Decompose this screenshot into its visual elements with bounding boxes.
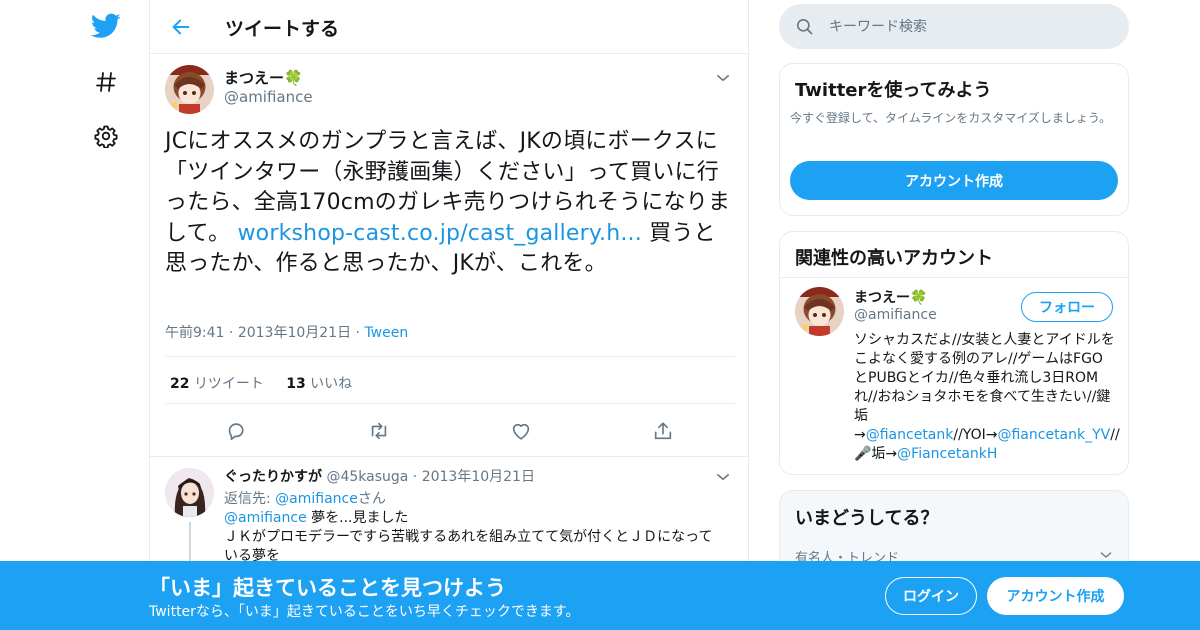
signup-card-description: 今すぐ登録して、タイムラインをカスタマイズしましょう。 <box>790 111 1112 125</box>
signup-card: Twitterを使ってみよう 今すぐ登録して、タイムラインをカスタマイズしましょ… <box>779 63 1129 216</box>
bio-link[interactable]: @fiancetank_YV <box>997 427 1110 443</box>
reply-text: @amifiance 夢を...見ました ＪＫがプロモデラーですら苦戦するあれを… <box>224 510 713 564</box>
tweet-stats: 22 リツイート 13 いいね <box>170 373 352 393</box>
create-account-button[interactable]: アカウント作成 <box>790 161 1118 200</box>
search-input[interactable] <box>829 4 1109 49</box>
page-header: ツイートする <box>150 0 748 54</box>
related-card-title: 関連性の高いアカウント <box>795 248 993 269</box>
back-arrow-icon[interactable] <box>166 12 196 42</box>
divider <box>165 403 735 404</box>
reply-author-name[interactable]: ぐったりかすが <box>224 469 322 485</box>
related-account-name[interactable]: まつえー🍀 <box>854 287 927 307</box>
related-accounts-card: 関連性の高いアカウント まつえー🍀 @amifiance フォロー ソシャカスだ… <box>779 231 1129 475</box>
related-account-bio: ソシャカスだよ//女装と人妻とアイドルをこよなく愛する例のアレ//ゲームはFGO… <box>854 332 1120 462</box>
settings-gear-icon[interactable] <box>88 118 124 154</box>
like-stat[interactable]: 13 いいね <box>286 376 352 392</box>
follow-button[interactable]: フォロー <box>1021 292 1113 322</box>
chevron-down-icon[interactable] <box>714 468 732 486</box>
reply-author-handle[interactable]: @45kasuga <box>326 469 408 485</box>
reply-header: ぐったりかすが @45kasuga · 2013年10月21日 <box>224 469 535 485</box>
banner-title: 「いま」起きていることを見つけよう <box>149 576 506 600</box>
retweet-stat[interactable]: 22 リツイート <box>170 376 264 392</box>
tweet-link[interactable]: workshop-cast.co.jp/cast_gallery.h... <box>237 221 641 246</box>
reply-to-handle[interactable]: @amifiance <box>275 491 358 507</box>
tweet-date[interactable]: 2013年10月21日 <box>238 325 351 341</box>
trends-card-title: いまどうしてる？ <box>795 508 939 529</box>
banner-create-account-button[interactable]: アカウント作成 <box>987 577 1124 615</box>
avatar[interactable] <box>795 287 844 336</box>
search-bar <box>779 4 1129 49</box>
retweet-icon[interactable] <box>367 420 391 444</box>
main-column: ツイートする まつえー🍀 @amifiance JCにオススメのガンプラと言えば… <box>149 0 749 630</box>
search-icon <box>795 17 814 36</box>
signup-banner: 「いま」起きていることを見つけよう Twitterなら、「いま」起きていることを… <box>0 561 1200 630</box>
signup-card-title: Twitterを使ってみよう <box>795 80 992 101</box>
divider <box>780 277 1128 278</box>
author-name[interactable]: まつえー🍀 <box>224 67 303 88</box>
tweet-time[interactable]: 午前9:41 <box>165 325 224 341</box>
tweet-timestamp: 午前9:41 · 2013年10月21日 · Tween <box>165 325 409 341</box>
tweet-text: JCにオススメのガンプラと言えば、JKの頃にボークスに「ツインタワー（永野護画集… <box>165 127 735 280</box>
login-button[interactable]: ログイン <box>885 577 977 615</box>
reply-mention[interactable]: @amifiance <box>224 510 307 526</box>
banner-subtitle: Twitterなら、「いま」起きていることをいち早くチェックできます。 <box>149 604 580 620</box>
hashtag-explore-icon[interactable] <box>88 64 124 100</box>
bio-link[interactable]: @FiancetankH <box>897 446 997 462</box>
divider <box>165 356 735 357</box>
reply-date[interactable]: 2013年10月21日 <box>422 469 535 485</box>
related-account-handle[interactable]: @amifiance <box>854 307 937 323</box>
author-handle[interactable]: @amifiance <box>224 88 313 106</box>
divider <box>150 456 748 457</box>
avatar[interactable] <box>165 468 214 517</box>
reply-icon[interactable] <box>225 420 249 444</box>
like-heart-icon[interactable] <box>510 420 534 444</box>
bio-link[interactable]: @fiancetank <box>866 427 954 443</box>
page-title: ツイートする <box>225 18 340 40</box>
reply-to: 返信先: @amifianceさん <box>224 491 386 507</box>
twitter-logo-icon[interactable] <box>88 8 124 44</box>
share-icon[interactable] <box>652 420 676 444</box>
tweet-actions <box>225 420 695 444</box>
chevron-down-icon[interactable] <box>714 69 732 87</box>
avatar[interactable] <box>165 65 214 114</box>
tweet-source[interactable]: Tween <box>364 325 408 341</box>
